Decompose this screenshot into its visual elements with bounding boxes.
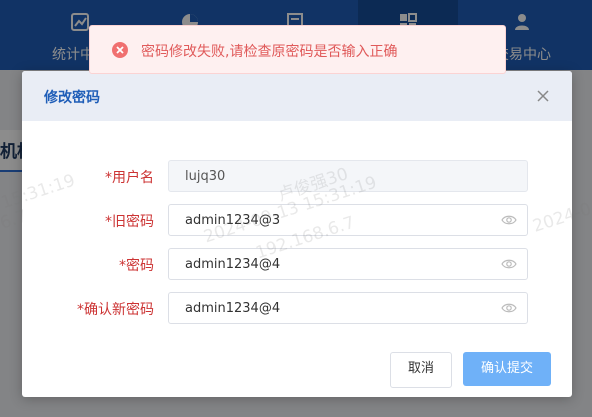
new-password-field[interactable] [168, 248, 528, 280]
eye-icon[interactable] [501, 213, 517, 227]
username-label: *用户名 [105, 170, 154, 186]
new-password-label: *密码 [119, 258, 154, 274]
confirm-password-row: *确认新密码 [22, 292, 572, 324]
eye-icon[interactable] [501, 257, 517, 271]
old-password-field[interactable] [168, 204, 528, 236]
cancel-button[interactable]: 取消 [390, 352, 452, 388]
submit-button[interactable]: 确认提交 [463, 352, 551, 386]
confirm-password-label: *确认新密码 [77, 302, 154, 318]
username-input [169, 161, 489, 191]
dialog-header: 修改密码 [22, 71, 572, 121]
username-field [168, 160, 528, 192]
new-password-row: *密码 [22, 248, 572, 280]
error-toast: 密码修改失败,请检查原密码是否输入正确 [89, 25, 506, 74]
eye-icon[interactable] [501, 301, 517, 315]
dialog-title: 修改密码 [44, 90, 100, 106]
old-password-input[interactable] [169, 205, 489, 235]
confirm-password-input[interactable] [169, 293, 489, 323]
old-password-label: *旧密码 [105, 214, 154, 230]
change-password-dialog: 修改密码 *用户名 *旧密码 *密码 *确认新密码 取消 确认提交 [22, 71, 572, 397]
confirm-password-field[interactable] [168, 292, 528, 324]
username-row: *用户名 [22, 160, 572, 192]
old-password-row: *旧密码 [22, 204, 572, 236]
error-circle-icon [112, 42, 128, 58]
toast-message: 密码修改失败,请检查原密码是否输入正确 [141, 44, 398, 60]
close-icon[interactable] [532, 85, 554, 107]
new-password-input[interactable] [169, 249, 489, 279]
